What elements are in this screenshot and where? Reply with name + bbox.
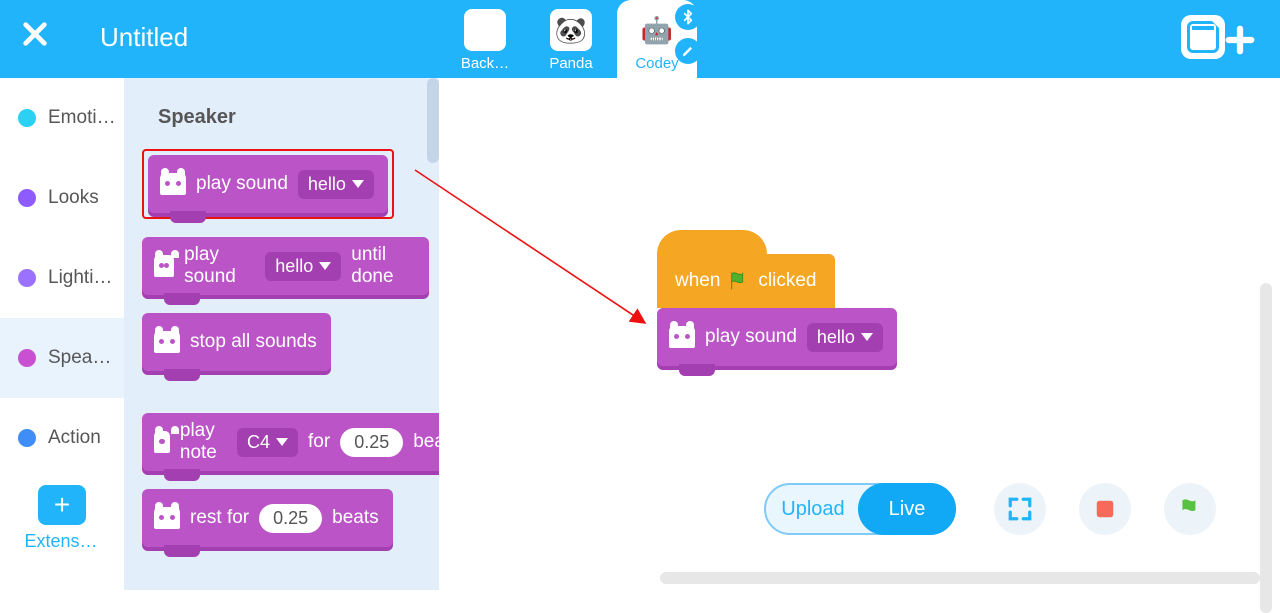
codey-block-icon bbox=[154, 507, 180, 529]
codey-icon: 🤖 bbox=[636, 9, 678, 51]
green-flag-icon bbox=[728, 270, 750, 292]
script-stack[interactable]: when clicked play sound hello bbox=[657, 254, 897, 366]
category-lighting[interactable]: Lighti… bbox=[0, 238, 124, 318]
block-label: play sound bbox=[705, 326, 797, 348]
tab-label: Panda bbox=[549, 55, 592, 72]
fullscreen-button[interactable] bbox=[994, 483, 1046, 535]
mode-upload[interactable]: Upload bbox=[766, 485, 860, 533]
block-label: play sound bbox=[184, 244, 255, 288]
tab-codey[interactable]: 🤖 Codey bbox=[617, 0, 697, 78]
extension-label: Extensi… bbox=[25, 531, 100, 552]
workspace-scrollbar-vertical[interactable] bbox=[1260, 283, 1272, 613]
backdrop-icon bbox=[464, 9, 506, 51]
add-target-button[interactable] bbox=[1218, 18, 1262, 62]
block-play-sound[interactable]: play sound hello bbox=[148, 155, 388, 213]
block-rest-for[interactable]: rest for 0.25 beats bbox=[142, 489, 393, 547]
note-dropdown[interactable]: C4 bbox=[237, 428, 298, 457]
hat-suffix: clicked bbox=[758, 270, 816, 292]
codey-block-icon bbox=[669, 326, 695, 348]
block-label: rest for bbox=[190, 507, 249, 529]
palette-heading: Speaker bbox=[158, 106, 429, 129]
category-label: Spea… bbox=[48, 347, 111, 369]
panda-icon: 🐼 bbox=[550, 9, 592, 51]
workspace-scrollbar-horizontal[interactable] bbox=[660, 572, 1260, 584]
edit-icon[interactable] bbox=[675, 38, 701, 64]
stop-icon bbox=[1094, 498, 1116, 520]
tab-backdrop[interactable]: Back… bbox=[445, 0, 525, 78]
block-label: stop all sounds bbox=[190, 331, 317, 353]
add-extension-button[interactable]: + Extensi… bbox=[0, 478, 124, 558]
palette-scrollbar[interactable] bbox=[427, 78, 439, 163]
bluetooth-icon bbox=[675, 4, 701, 30]
sound-dropdown[interactable]: hello bbox=[265, 252, 341, 281]
chevron-down-icon bbox=[276, 438, 288, 446]
dot-icon bbox=[18, 189, 36, 207]
mode-toggle[interactable]: Upload Live bbox=[764, 483, 956, 535]
block-suffix: until done bbox=[351, 244, 415, 288]
chevron-down-icon bbox=[861, 333, 873, 341]
category-label: Lighti… bbox=[48, 267, 112, 289]
codey-block-icon bbox=[160, 173, 186, 195]
blocks-palette: Speaker play sound hello play sound hell… bbox=[124, 78, 439, 590]
run-flag-button[interactable] bbox=[1164, 483, 1216, 535]
codey-block-icon bbox=[154, 255, 174, 277]
codey-block-icon bbox=[154, 431, 170, 453]
category-speaker[interactable]: Spea… bbox=[0, 318, 124, 398]
category-action[interactable]: Action bbox=[0, 398, 124, 478]
tutorial-highlight: play sound hello bbox=[142, 149, 394, 219]
save-icon bbox=[1192, 26, 1214, 30]
chevron-down-icon bbox=[352, 180, 364, 188]
dot-icon bbox=[18, 109, 36, 127]
close-button[interactable] bbox=[15, 0, 55, 73]
category-sidebar: Emoti… Looks Lighti… Spea… Action + Exte… bbox=[0, 78, 124, 590]
fullscreen-icon bbox=[1007, 496, 1033, 522]
beats-input[interactable]: 0.25 bbox=[259, 504, 322, 533]
top-bar: Untitled Back… 🐼 Panda 🤖 Codey bbox=[0, 0, 1280, 78]
block-label: play note bbox=[180, 420, 227, 464]
sound-dropdown[interactable]: hello bbox=[807, 323, 883, 352]
category-emotion[interactable]: Emoti… bbox=[0, 78, 124, 158]
category-looks[interactable]: Looks bbox=[0, 158, 124, 238]
green-flag-icon bbox=[1177, 496, 1203, 522]
category-label: Action bbox=[48, 427, 101, 449]
chevron-down-icon bbox=[319, 262, 331, 270]
block-play-sound-until-done[interactable]: play sound hello until done bbox=[142, 237, 429, 295]
dot-icon bbox=[18, 349, 36, 367]
block-label: play sound bbox=[196, 173, 288, 195]
code-workspace[interactable]: when clicked play sound hello Upload Liv… bbox=[439, 78, 1280, 590]
dot-icon bbox=[18, 269, 36, 287]
target-tabs: Back… 🐼 Panda 🤖 Codey bbox=[445, 0, 697, 78]
codey-block-icon bbox=[154, 331, 180, 353]
tab-label: Back… bbox=[461, 55, 509, 72]
plus-icon: + bbox=[38, 485, 86, 525]
tab-panda[interactable]: 🐼 Panda bbox=[531, 0, 611, 78]
mode-live[interactable]: Live bbox=[858, 483, 956, 535]
block-play-sound-placed[interactable]: play sound hello bbox=[657, 308, 897, 366]
category-label: Looks bbox=[48, 187, 99, 209]
block-play-note[interactable]: play note C4 for 0.25 beats bbox=[142, 413, 474, 471]
category-label: Emoti… bbox=[48, 107, 116, 129]
stop-button[interactable] bbox=[1079, 483, 1131, 535]
hat-when-flag-clicked[interactable]: when clicked bbox=[657, 254, 835, 308]
block-mid: for bbox=[308, 431, 330, 453]
close-icon bbox=[21, 20, 49, 48]
plus-icon bbox=[1225, 25, 1255, 55]
beats-input[interactable]: 0.25 bbox=[340, 428, 403, 457]
tab-label: Codey bbox=[635, 55, 678, 72]
hat-prefix: when bbox=[675, 270, 720, 292]
dot-icon bbox=[18, 429, 36, 447]
block-stop-all-sounds[interactable]: stop all sounds bbox=[142, 313, 331, 371]
project-title: Untitled bbox=[100, 22, 188, 53]
sound-dropdown[interactable]: hello bbox=[298, 170, 374, 199]
block-suffix: beats bbox=[332, 507, 378, 529]
